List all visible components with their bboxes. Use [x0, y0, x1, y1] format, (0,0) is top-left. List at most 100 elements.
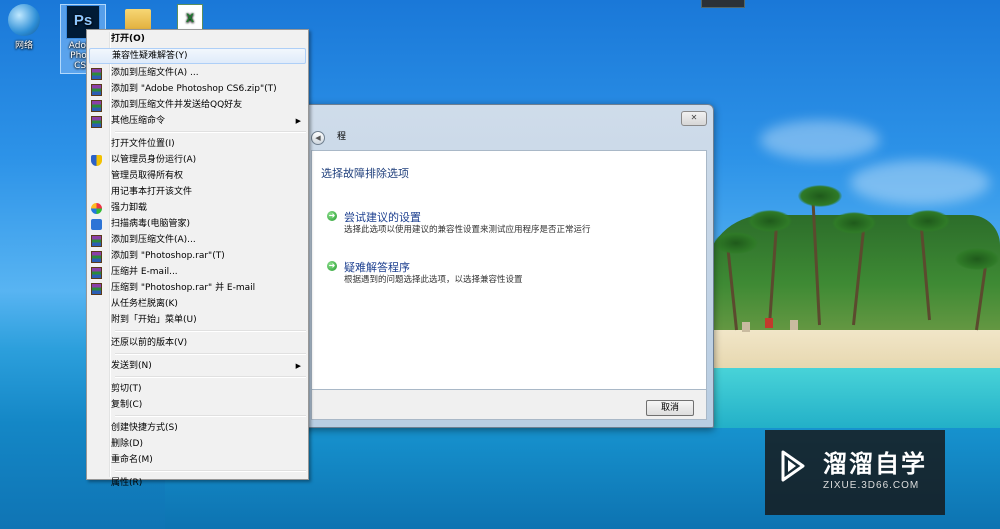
play-logo-icon	[781, 450, 805, 482]
menu-item-label: 复制(C)	[111, 400, 143, 410]
menu-item-label: 其他压缩命令	[111, 116, 166, 126]
winrar-icon	[91, 267, 102, 279]
menu-item-add-to-zip[interactable]: 添加到 "Adobe Photoshop CS6.zip"(T)	[89, 81, 306, 97]
menu-item-label: 从任务栏脱离(K)	[111, 299, 178, 309]
menu-item-label: 附到「开始」菜单(U)	[111, 315, 197, 325]
dialog-instruction: 选择故障排除选项	[321, 167, 409, 180]
menu-separator	[115, 330, 306, 332]
menu-item-run-as-admin[interactable]: 以管理员身份运行(A)	[89, 152, 306, 168]
menu-item-label: 打开文件位置(I)	[111, 139, 175, 149]
beach-hut	[742, 322, 750, 332]
winrar-icon	[91, 235, 102, 247]
menu-item-open-with-notepad[interactable]: 用记事本打开该文件	[89, 184, 306, 200]
palm-crown	[955, 248, 999, 270]
green-arrow-icon: ➜	[327, 211, 337, 221]
menu-item-pin-start-menu[interactable]: 附到「开始」菜单(U)	[89, 312, 306, 328]
uninstall-flower-icon	[91, 203, 102, 214]
back-button[interactable]: ◀	[311, 131, 325, 145]
menu-item-restore-previous[interactable]: 还原以前的版本(V)	[89, 335, 306, 351]
menu-item-label: 剪切(T)	[111, 384, 142, 394]
menu-separator	[115, 131, 306, 133]
watermark-url: ZIXUE.3D66.COM	[823, 480, 920, 491]
winrar-icon	[91, 100, 102, 112]
menu-item-copy[interactable]: 复制(C)	[89, 397, 306, 413]
menu-item-add-to-rar[interactable]: 添加到 "Photoshop.rar"(T)	[89, 248, 306, 264]
menu-item-properties[interactable]: 属性(R)	[89, 475, 306, 491]
menu-item-take-ownership[interactable]: 管理员取得所有权	[89, 168, 306, 184]
menu-item-label: 添加到压缩文件(A)...	[111, 235, 196, 245]
menu-item-label: 强力卸载	[111, 203, 148, 213]
menu-item-label: 兼容性疑难解答(Y)	[112, 51, 188, 61]
menu-item-open-file-location[interactable]: 打开文件位置(I)	[89, 136, 306, 152]
menu-item-other-compress[interactable]: 其他压缩命令 ▶	[89, 113, 306, 129]
menu-item-open[interactable]: 打开(O)	[89, 31, 306, 47]
winrar-icon	[91, 251, 102, 263]
dialog-body: 选择故障排除选项 ➜ 尝试建议的设置 选择此选项以使用建议的兼容性设置来测试应用…	[311, 150, 707, 390]
cloud	[760, 120, 880, 160]
winrar-icon	[91, 68, 102, 80]
gadget-bar	[701, 0, 745, 8]
network-globe-icon	[8, 4, 40, 36]
submenu-arrow-icon: ▶	[295, 362, 301, 370]
menu-item-force-uninstall[interactable]: 强力卸载	[89, 200, 306, 216]
menu-separator	[115, 415, 306, 417]
watermark-name: 溜溜自学	[823, 450, 927, 478]
winrar-icon	[91, 84, 102, 96]
menu-item-troubleshoot-compatibility[interactable]: 兼容性疑难解答(Y)	[89, 48, 306, 64]
menu-item-label: 压缩到 "Photoshop.rar" 并 E-mail	[111, 283, 256, 293]
menu-separator	[115, 353, 306, 355]
palm-crown	[748, 210, 792, 232]
menu-item-label: 扫描病毒(电脑管家)	[111, 219, 191, 229]
folder-icon	[125, 9, 151, 31]
uac-shield-icon	[91, 155, 102, 166]
menu-item-scan-virus[interactable]: 扫描病毒(电脑管家)	[89, 216, 306, 232]
beach-hut	[765, 318, 773, 328]
cloud	[850, 160, 990, 205]
menu-separator	[115, 376, 306, 378]
menu-item-add-to-archive[interactable]: 添加到压缩文件(A) ...	[89, 65, 306, 81]
palm-crown	[714, 232, 758, 254]
beach-hut	[790, 320, 798, 330]
program-compatibility-dialog: ✕ ◀ 程序兼容性 选择故障排除选项 ➜ 尝试建议的设置 选择此选项以使用建议的…	[295, 104, 714, 428]
menu-item-label: 用记事本打开该文件	[111, 187, 193, 197]
menu-item-send-to[interactable]: 发送到(N) ▶	[89, 358, 306, 374]
menu-item-compress-send-qq[interactable]: 添加到压缩文件并发送给QQ好友	[89, 97, 306, 113]
menu-item-delete[interactable]: 删除(D)	[89, 436, 306, 452]
close-button[interactable]: ✕	[681, 111, 707, 126]
desktop-icon-network[interactable]: 网络	[2, 4, 46, 51]
menu-item-rename[interactable]: 重命名(M)	[89, 452, 306, 468]
menu-item-create-shortcut[interactable]: 创建快捷方式(S)	[89, 420, 306, 436]
menu-item-compress-rar-email[interactable]: 压缩到 "Photoshop.rar" 并 E-mail	[89, 280, 306, 296]
palm-crown	[798, 185, 842, 207]
menu-item-label: 添加到 "Photoshop.rar"(T)	[111, 251, 225, 261]
menu-item-label: 还原以前的版本(V)	[111, 338, 188, 348]
winrar-icon	[91, 283, 102, 295]
menu-item-compress-email[interactable]: 压缩并 E-mail...	[89, 264, 306, 280]
beach	[700, 330, 1000, 372]
menu-item-add-to-archive-2[interactable]: 添加到压缩文件(A)...	[89, 232, 306, 248]
menu-item-label: 以管理员身份运行(A)	[111, 155, 197, 165]
submenu-arrow-icon: ▶	[295, 117, 301, 125]
palm-crown	[832, 212, 876, 234]
watermark: 溜溜自学 ZIXUE.3D66.COM	[765, 430, 945, 515]
menu-item-label: 打开(O)	[111, 34, 145, 44]
menu-item-label: 添加到压缩文件并发送给QQ好友	[111, 100, 243, 110]
menu-item-label: 删除(D)	[111, 439, 143, 449]
winrar-icon	[91, 116, 102, 128]
context-menu: 打开(O) 兼容性疑难解答(Y) 添加到压缩文件(A) ... 添加到 "Ado…	[86, 29, 309, 488]
option-description: 根据遇到的问题选择此选项，以选择兼容性设置	[344, 275, 523, 285]
close-icon: ✕	[690, 113, 698, 122]
menu-item-label: 创建快捷方式(S)	[111, 423, 178, 433]
menu-item-label: 属性(R)	[111, 478, 143, 488]
option-description: 选择此选项以使用建议的兼容性设置来测试应用程序是否正常运行	[344, 225, 591, 235]
lagoon	[700, 368, 1000, 428]
pc-manager-icon	[91, 219, 102, 230]
menu-separator	[115, 470, 306, 472]
menu-item-label: 压缩并 E-mail...	[111, 267, 178, 277]
menu-item-label: 添加到 "Adobe Photoshop CS6.zip"(T)	[111, 84, 277, 94]
menu-item-cut[interactable]: 剪切(T)	[89, 381, 306, 397]
cancel-button[interactable]: 取消	[646, 400, 694, 416]
menu-item-label: 重命名(M)	[111, 455, 153, 465]
green-arrow-icon: ➜	[327, 261, 337, 271]
menu-item-unpin-taskbar[interactable]: 从任务栏脱离(K)	[89, 296, 306, 312]
